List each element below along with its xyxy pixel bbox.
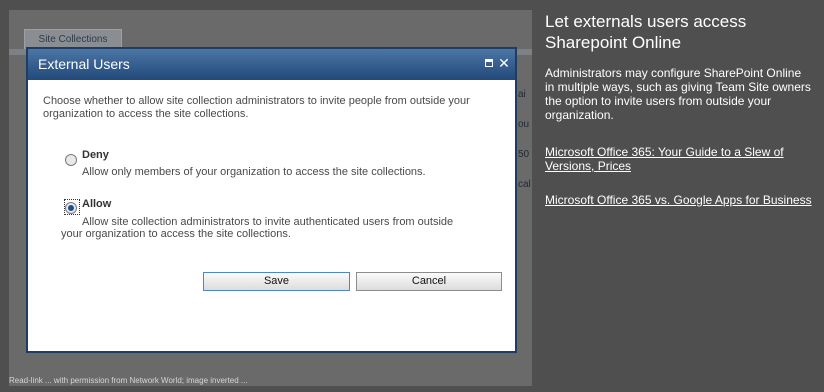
save-button[interactable]: Save	[203, 272, 350, 291]
cancel-button[interactable]: Cancel	[356, 272, 502, 291]
external-users-dialog: External Users ✕ Choose whether to allow…	[26, 47, 517, 353]
deny-radio[interactable]	[65, 154, 77, 166]
maximize-icon[interactable]	[485, 59, 493, 67]
allow-radio[interactable]	[64, 199, 80, 215]
deny-description: Allow only members of your organization …	[82, 166, 426, 178]
close-icon[interactable]: ✕	[498, 49, 510, 80]
dialog-title: External Users	[38, 56, 130, 72]
screenshot-frame: Site Collections ai ou 50 cal External U…	[9, 10, 532, 386]
background-glyph: 50	[518, 149, 530, 160]
allow-label[interactable]: Allow	[82, 198, 111, 210]
background-glyph: cal	[518, 179, 531, 190]
allow-description: Allow site collection administrators to …	[61, 216, 454, 240]
related-link-office365-vs-google[interactable]: Microsoft Office 365 vs. Google Apps for…	[545, 193, 815, 207]
image-caption: Read-link ... with permission from Netwo…	[9, 376, 248, 385]
dialog-title-bar: External Users ✕	[28, 49, 515, 80]
focus-outline	[64, 199, 80, 215]
article-description: Administrators may configure SharePoint …	[545, 66, 811, 122]
dialog-intro: Choose whether to allow site collection …	[43, 95, 470, 120]
background-glyph: ai	[518, 89, 526, 100]
article-title: Let externals users access Sharepoint On…	[545, 12, 747, 52]
related-link-office365-versions[interactable]: Microsoft Office 365: Your Guide to a Sl…	[545, 145, 815, 173]
background-page-edge: ai ou 50 cal	[518, 80, 532, 280]
background-glyph: ou	[518, 119, 530, 130]
deny-label[interactable]: Deny	[82, 149, 109, 161]
